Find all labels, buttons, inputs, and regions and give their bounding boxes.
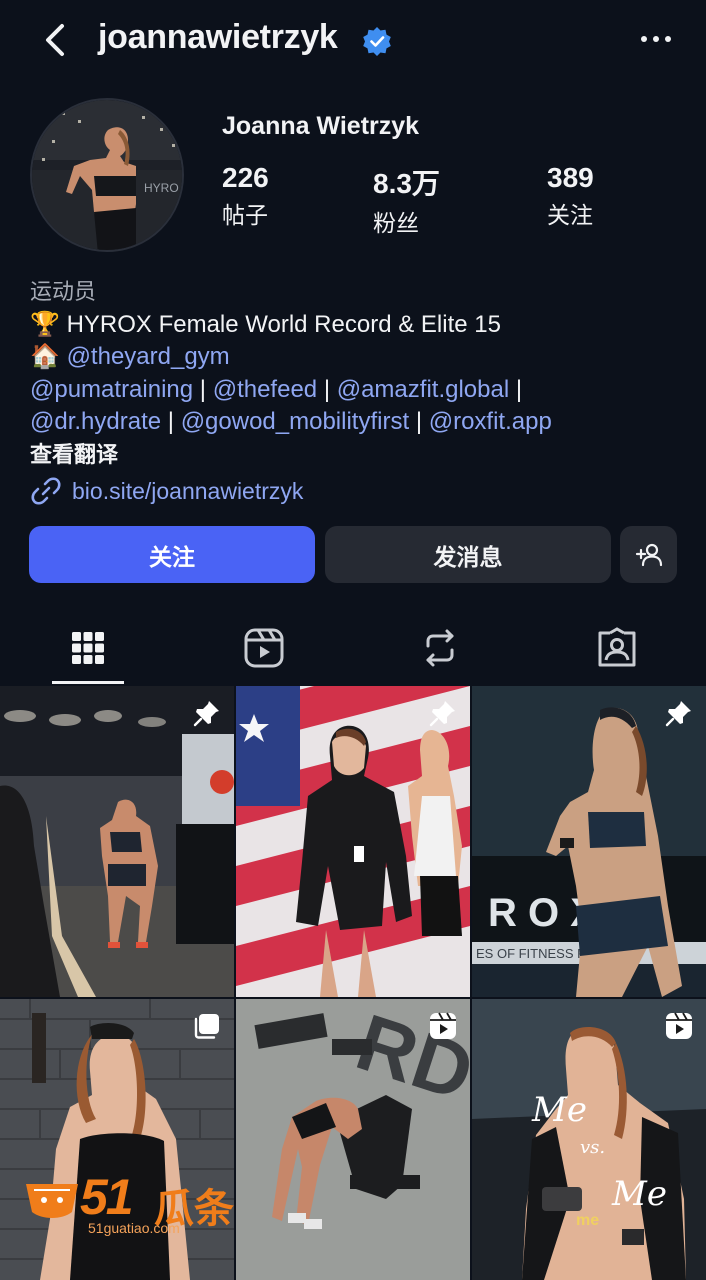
separator: |	[167, 408, 175, 435]
mention-link[interactable]: @dr.hydrate	[30, 408, 161, 435]
profile-bio: 运动员 🏆 HYROX Female World Record & Elite …	[30, 276, 690, 507]
svg-text:HYRO: HYRO	[144, 181, 179, 195]
photo-overlay-text: Me	[531, 1090, 587, 1130]
profile-avatar[interactable]: HYRO	[30, 98, 184, 252]
following-count-stat[interactable]: 389 关注	[547, 162, 594, 230]
mention-link[interactable]: @amazfit.global	[337, 376, 509, 403]
mention-link[interactable]: @theyard_gym	[67, 343, 230, 370]
link-icon	[31, 477, 61, 505]
photo-strip-text: ES OF FITNESS R	[476, 946, 587, 961]
profile-tab-bar	[0, 616, 706, 686]
tab-tagged[interactable]	[593, 624, 641, 672]
more-horizontal-icon	[641, 36, 671, 42]
site-watermark: 51 瓜条 51guatiao.com	[22, 1168, 252, 1242]
separator: |	[415, 408, 423, 435]
grid-post[interactable]	[0, 686, 234, 997]
chevron-left-icon	[46, 24, 64, 56]
active-tab-indicator	[52, 681, 124, 684]
mention-link[interactable]: @gowod_mobilityfirst	[181, 408, 409, 435]
photo-overlay-text: Me	[611, 1174, 667, 1214]
mention-link[interactable]: @pumatraining	[30, 376, 193, 403]
display-name: Joanna Wietrzyk	[222, 112, 420, 140]
mention-link[interactable]: @roxfit.app	[429, 408, 552, 435]
stat-value: 8.3万	[373, 168, 440, 199]
bio-text: HYROX Female World Record & Elite 15	[66, 310, 501, 338]
profile-header: joannawietrzyk	[0, 0, 706, 82]
separator: |	[199, 375, 207, 403]
follow-button[interactable]: 关注	[29, 526, 315, 583]
bio-line-sponsors-2: @dr.hydrate | @gowod_mobilityfirst | @ro…	[30, 406, 690, 439]
bio-line-sponsors: @pumatraining | @thefeed | @amazfit.glob…	[30, 374, 690, 407]
tab-posts[interactable]	[64, 624, 112, 672]
trophy-emoji: 🏆	[30, 310, 60, 338]
bio-website-link[interactable]: bio.site/joannawietrzyk	[30, 475, 690, 507]
reels-icon	[430, 1012, 456, 1039]
reels-icon	[244, 628, 284, 668]
grid-post[interactable]: RD	[236, 999, 470, 1280]
website-url: bio.site/joannawietrzyk	[72, 477, 304, 504]
pin-icon	[193, 701, 219, 727]
stat-value: 389	[547, 162, 594, 193]
watermark-url: 51guatiao.com	[88, 1220, 180, 1236]
separator: |	[323, 375, 331, 403]
message-button[interactable]: 发消息	[325, 526, 611, 583]
tagged-person-icon	[598, 627, 636, 667]
pin-icon	[429, 701, 455, 727]
watermark-logo-icon	[26, 1184, 78, 1218]
house-emoji: 🏠	[30, 343, 60, 370]
bio-line-record: 🏆 HYROX Female World Record & Elite 15	[30, 309, 690, 342]
grid-icon	[72, 632, 104, 664]
back-button[interactable]	[36, 20, 76, 60]
repost-icon	[426, 629, 454, 667]
tab-reels[interactable]	[240, 624, 288, 672]
see-translation-link[interactable]: 查看翻译	[30, 439, 690, 472]
more-options-button[interactable]	[636, 24, 676, 54]
photo-overlay-text: vs.	[580, 1137, 605, 1158]
posts-count-stat[interactable]: 226 帖子	[222, 162, 269, 230]
suggested-accounts-button[interactable]	[620, 526, 677, 583]
stat-label: 帖子	[222, 202, 268, 228]
mention-link[interactable]: @thefeed	[213, 376, 317, 403]
profile-username: joannawietrzyk	[98, 18, 338, 56]
carousel-icon	[194, 1014, 219, 1039]
followers-count-stat[interactable]: 8.3万 粉丝	[373, 162, 440, 238]
tab-reposts[interactable]	[416, 624, 464, 672]
category-label: 运动员	[30, 279, 97, 304]
stat-value: 226	[222, 162, 269, 193]
pin-icon	[665, 701, 691, 727]
grid-post[interactable]: R O X ES OF FITNESS R	[472, 686, 706, 997]
grid-post[interactable]	[236, 686, 470, 997]
watermark-number: 51	[80, 1169, 134, 1225]
photo-caption-text: me	[576, 1212, 599, 1229]
separator: |	[515, 375, 523, 403]
grid-post[interactable]: Me vs. Me me	[472, 999, 706, 1280]
verified-badge-icon	[362, 26, 392, 56]
stat-label: 粉丝	[373, 210, 419, 236]
person-add-icon	[635, 543, 662, 566]
reels-icon	[666, 1012, 692, 1039]
bio-line-gym: 🏠 @theyard_gym	[30, 341, 690, 374]
stat-label: 关注	[547, 202, 593, 228]
